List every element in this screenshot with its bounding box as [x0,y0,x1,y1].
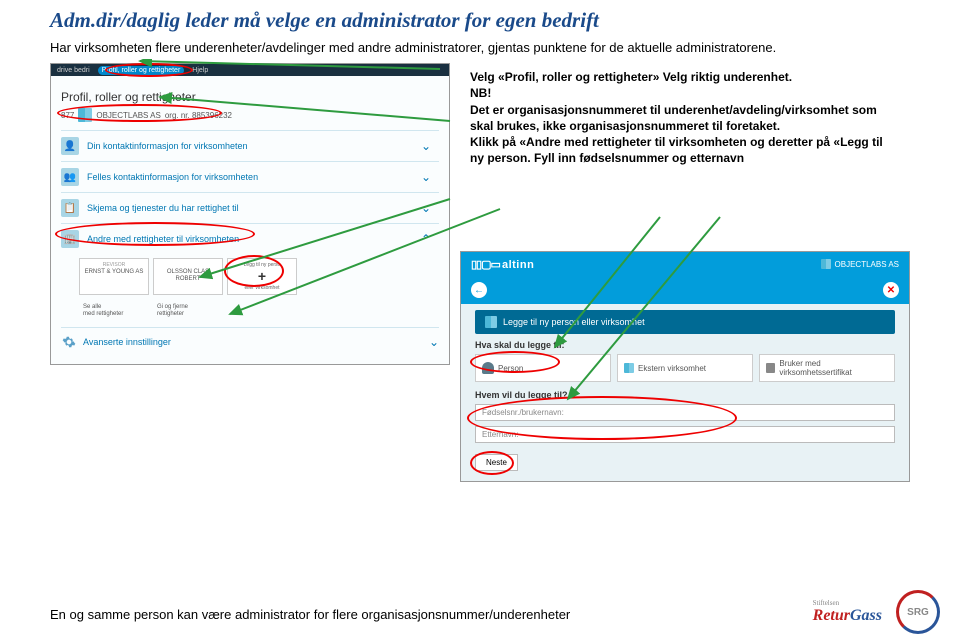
highlight-circle [224,255,284,287]
logo-overline: Stiftelsen [813,599,882,607]
card-title [158,262,218,268]
dialog-heading: Legge til ny person eller virksomhet [475,310,895,334]
list-item-forms[interactable]: 📋 Skjema og tjenester du har rettighet t… [61,192,439,223]
back-button[interactable]: ← [471,282,487,298]
option-cert[interactable]: Bruker med virksomhetssertifikat [759,354,895,382]
card-body: ERNST & YOUNG AS [84,269,144,276]
instruction-line: Klikk på «Andre med rettigheter til virk… [470,134,890,166]
page-subtitle: Har virksomheten flere underenheter/avde… [0,37,960,59]
list-item-label: Felles kontaktinformasjon for virksomhet… [87,172,258,182]
list-item-label: Din kontaktinformasjon for virksomheten [87,141,248,151]
right-screenshot: ▯▯▢▭ altinn OBJECTLABS AS ← ✕ Legge til … [460,251,910,482]
dialog-body: Legge til ny person eller virksomhet Hva… [461,310,909,481]
card-add-person[interactable]: Legg til ny perso + eller virksomhet [227,258,297,295]
instruction-line: Det er organisasjonsnummeret til underen… [470,102,890,134]
advanced-settings[interactable]: Avanserte innstillinger ⌄ [61,327,439,356]
option-external[interactable]: Ekstern virksomhet [617,354,753,382]
clipboard-icon: 📋 [61,199,79,217]
srg-logo: SRG [896,590,940,634]
org-prefix: 877 [61,111,74,120]
dialog-heading-label: Legge til ny person eller virksomhet [503,317,645,327]
left-body: Profil, roller og rettigheter 877 OBJECT… [51,76,449,364]
card-body: OLSSON CLAS ROBERT [158,269,218,283]
person-icon [482,362,494,374]
card-auditor[interactable]: REVISOR ERNST & YOUNG AS [79,258,149,295]
chevron-down-icon: ⌄ [421,170,431,184]
people-icon: 👥 [61,168,79,186]
card-label: rettigheter [157,311,219,318]
plus-icon: + [258,268,266,285]
org-line: 877 OBJECTLABS AS org. nr. 885396232 [61,108,439,122]
logo-text: altinn [502,259,534,271]
person-icon: 👤 [61,137,79,155]
card-label: med rettigheter [83,311,145,318]
main-area: drive bedri Profil, roller og rettighete… [0,59,960,365]
list-item-label: Andre med rettigheter til virksomheten [87,234,239,244]
card-person[interactable]: OLSSON CLAS ROBERT [153,258,223,295]
dialog-topbar: ▯▯▢▭ altinn OBJECTLABS AS [461,252,909,276]
question-label: Hvem vil du legge til? [475,390,895,400]
building-icon [624,363,634,373]
card-label: eller virksomhet [244,285,279,291]
close-button[interactable]: ✕ [883,282,899,298]
option-label: Person [498,364,523,373]
footer-note: En og samme person kan være administrato… [50,607,570,622]
instruction-line: NB! [470,85,890,101]
type-options: Person Ekstern virksomhet Bruker med vir… [475,354,895,382]
chevron-down-icon: ⌄ [429,335,439,349]
building-icon [766,363,775,373]
building-icon [821,259,831,269]
option-label: Bruker med virksomhetssertifikat [779,359,888,377]
ssn-input[interactable]: Fødselsnr./brukernavn: [475,404,895,421]
altinn-logo: ▯▯▢▭ altinn [471,258,534,271]
logo-part: Gass [850,607,882,624]
rights-actions: Se alle med rettigheter Gi og fjerne ret… [61,301,439,327]
footer-logos: Stiftelsen ReturGass SRG [813,590,940,634]
rights-cards: REVISOR ERNST & YOUNG AS OLSSON CLAS ROB… [61,254,439,301]
building-icon [485,316,497,328]
advanced-label: Avanserte innstillinger [83,337,171,347]
section-heading: Profil, roller og rettigheter [61,90,439,104]
card-label: Gi og fjerne [157,304,219,311]
company-name: OBJECTLABS AS [835,260,899,269]
list-item-others-rights[interactable]: 🏢 Andre med rettigheter til virksomheten… [61,223,439,254]
question-label: Hva skal du legge til: [475,340,895,350]
lastname-input[interactable]: Etternavn: [475,426,895,443]
next-button-label: Neste [486,458,507,467]
chevron-down-icon: ⌄ [421,201,431,215]
next-button[interactable]: Neste [475,454,518,471]
list-item-shared-contact[interactable]: 👥 Felles kontaktinformasjon for virksomh… [61,161,439,192]
srg-text: SRG [907,607,929,618]
instruction-text: Velg «Profil, roller og rettigheter» Vel… [470,69,890,166]
card-give-remove[interactable]: Gi og fjerne rettigheter [153,301,223,321]
topbar-item-profile[interactable]: Profil, roller og rettigheter [98,66,185,75]
left-screenshot: drive bedri Profil, roller og rettighete… [50,63,450,365]
topbar-item[interactable]: drive bedri [57,67,90,74]
returgass-logo: Stiftelsen ReturGass [813,599,882,625]
card-see-all[interactable]: Se alle med rettigheter [79,301,149,321]
dialog-toolbar: ← ✕ [461,276,909,304]
option-person[interactable]: Person [475,354,611,382]
list-item-label: Skjema og tjenester du har rettighet til [87,203,239,213]
card-title: REVISOR [84,262,144,268]
topbar-item-label: Profil, roller og rettigheter [102,67,181,74]
gear-icon [61,334,77,350]
building-icon [78,108,92,122]
input-group: Fødselsnr./brukernavn: Etternavn: [475,404,895,443]
chevron-up-icon: ⌃ [421,232,431,246]
card-label: Se alle [83,304,145,311]
instruction-line: Velg «Profil, roller og rettigheter» Vel… [470,69,890,85]
page-title: Adm.dir/daglig leder må velge en adminis… [0,0,960,37]
option-label: Ekstern virksomhet [638,364,706,373]
chevron-down-icon: ⌄ [421,139,431,153]
org-name: OBJECTLABS AS [96,111,160,120]
company-badge: OBJECTLABS AS [821,259,899,269]
topbar-item-help[interactable]: Hjelp [192,67,208,74]
logo-part: Retur [813,607,850,624]
app-topbar: drive bedri Profil, roller og rettighete… [51,64,449,76]
org-number-label: org. nr. 885396232 [165,111,232,120]
list-item-contact[interactable]: 👤 Din kontaktinformasjon for virksomhete… [61,130,439,161]
building-icon: 🏢 [61,230,79,248]
